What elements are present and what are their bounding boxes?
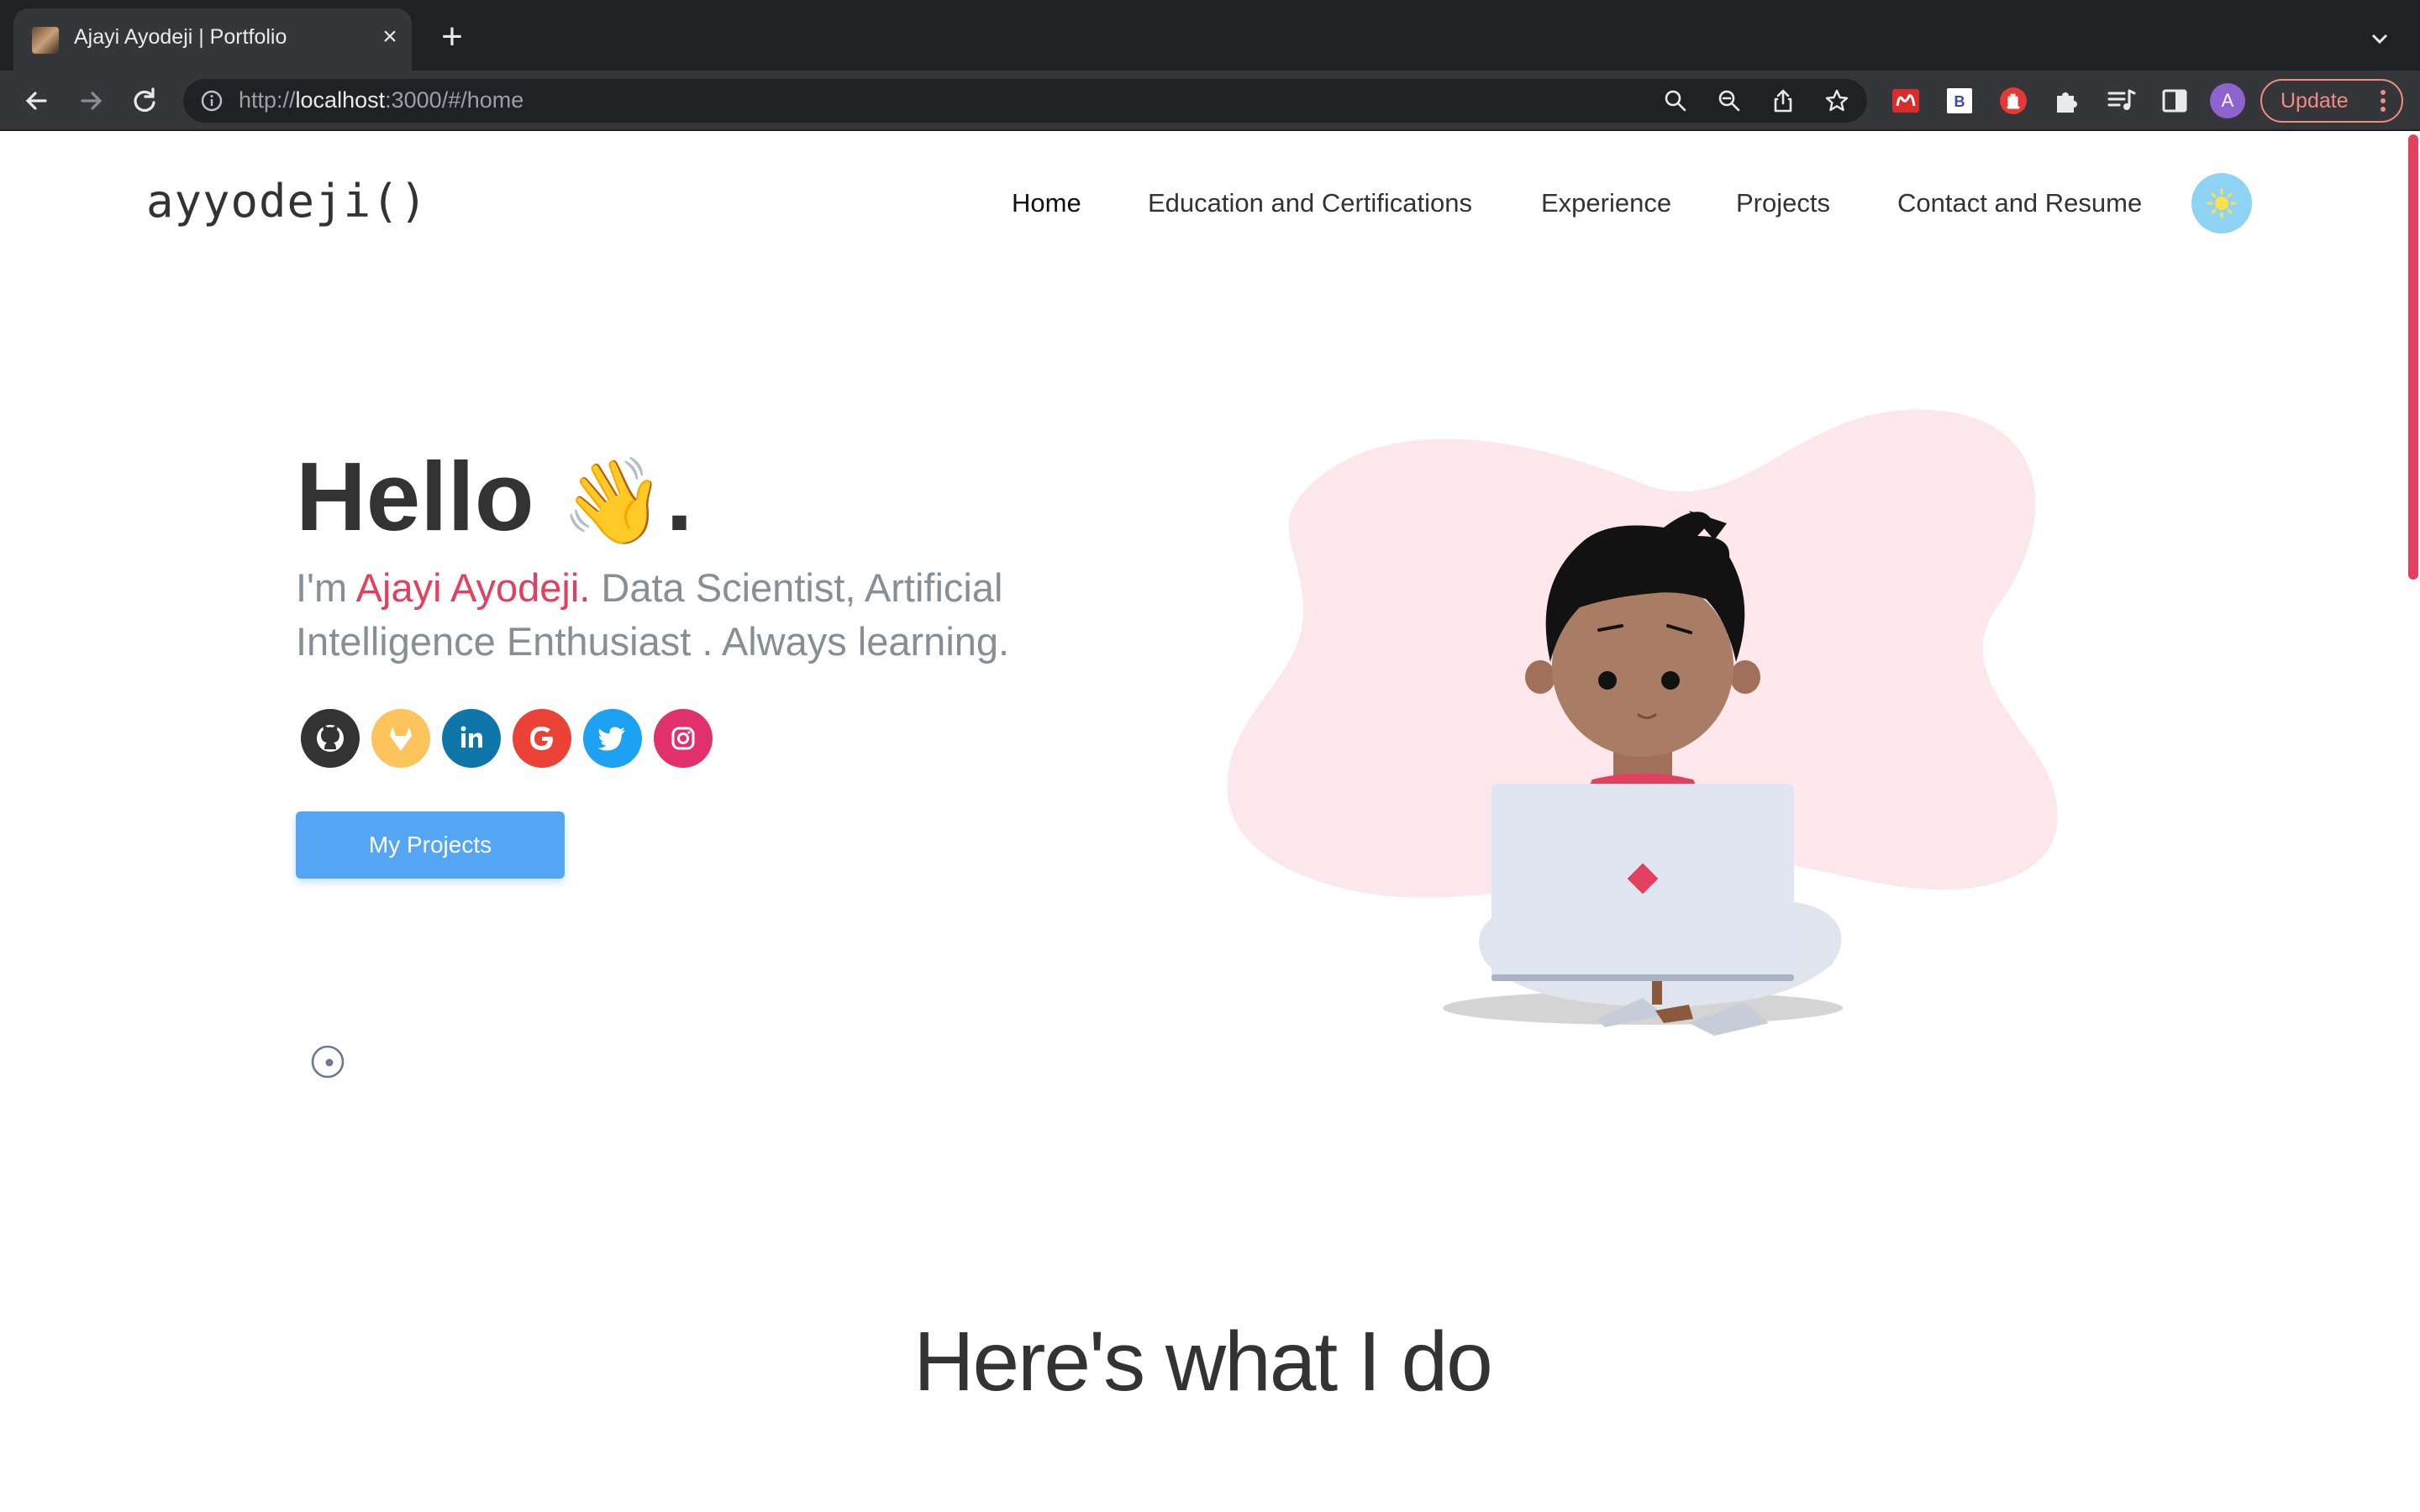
linkedin-icon <box>460 726 482 748</box>
section-heading: Here's what I do <box>913 1315 1492 1409</box>
nav-projects[interactable]: Projects <box>1736 188 1830 218</box>
page-scrollbar[interactable] <box>2405 133 2420 1512</box>
gitlab-icon <box>390 727 412 751</box>
url-host: localhost <box>295 87 386 113</box>
gitlab-link[interactable] <box>371 709 430 768</box>
hero-greeting: Hello 👋. <box>296 440 693 553</box>
twitter-icon <box>597 727 625 751</box>
sun-icon <box>2207 188 2237 218</box>
side-panel-icon[interactable] <box>2160 86 2190 116</box>
instagram-icon <box>671 727 695 750</box>
url-path: :3000/#/home <box>385 87 524 113</box>
google-link[interactable] <box>513 709 571 768</box>
extensions-puzzle-icon[interactable] <box>2052 86 2082 116</box>
nav-experience[interactable]: Experience <box>1541 188 1671 218</box>
intro-name: Ajayi Ayodeji. <box>355 565 591 610</box>
theme-toggle-button[interactable] <box>2191 173 2252 234</box>
nav-home[interactable]: Home <box>1012 188 1081 218</box>
share-icon[interactable] <box>1770 87 1797 114</box>
linkedin-link[interactable] <box>442 709 501 768</box>
extension-mendeley-icon[interactable] <box>1891 86 1921 116</box>
url-scheme: http:// <box>239 87 296 113</box>
tab-search-chevron-icon[interactable] <box>2366 25 2393 52</box>
google-icon <box>530 727 553 750</box>
my-projects-button[interactable]: My Projects <box>296 811 565 879</box>
scroll-down-indicator-icon[interactable] <box>311 1045 345 1079</box>
github-icon <box>317 725 344 752</box>
twitter-link[interactable] <box>583 709 642 768</box>
browser-tab-strip: Ajayi Ayodeji | Portfolio × + <box>0 0 2420 72</box>
back-icon[interactable] <box>18 82 55 119</box>
bookmark-star-icon[interactable] <box>1823 87 1850 114</box>
hero-intro: I'm Ajayi Ayodeji. Data Scientist, Artif… <box>296 561 1102 669</box>
nav-education[interactable]: Education and Certifications <box>1148 188 1472 218</box>
forward-icon[interactable] <box>72 82 109 119</box>
svg-text:B: B <box>1954 93 1965 110</box>
nav-contact-resume[interactable]: Contact and Resume <box>1897 188 2142 218</box>
site-logo[interactable]: ayyodeji() <box>146 175 428 228</box>
developer-illustration <box>1227 409 2058 1036</box>
page-viewport: ayyodeji() Home Education and Certificat… <box>0 133 2420 1512</box>
browser-tab[interactable]: Ajayi Ayodeji | Portfolio × <box>13 8 412 72</box>
close-tab-icon[interactable]: × <box>373 20 407 54</box>
reading-list-icon[interactable] <box>2106 86 2136 116</box>
greeting-text: Hello <box>296 442 534 551</box>
instagram-link[interactable] <box>654 709 713 768</box>
scrollbar-thumb[interactable] <box>2408 134 2418 580</box>
github-link[interactable] <box>301 709 360 768</box>
greeting-period: . <box>666 442 693 551</box>
more-menu-icon[interactable] <box>2378 84 2388 118</box>
extension-stop-hand-icon[interactable] <box>1998 86 2028 116</box>
waving-hand-emoji: 👋 <box>560 454 666 549</box>
zoom-out-icon[interactable] <box>1716 87 1743 114</box>
new-tab-icon[interactable]: + <box>434 18 471 57</box>
extension-b-icon[interactable]: B <box>1944 86 1975 116</box>
reload-icon[interactable] <box>126 82 163 119</box>
site-info-icon[interactable] <box>200 89 224 113</box>
intro-prefix: I'm <box>296 565 356 610</box>
favicon-icon <box>32 27 59 54</box>
search-icon[interactable] <box>1662 87 1689 114</box>
tab-title: Ajayi Ayodeji | Portfolio <box>74 25 287 49</box>
profile-avatar[interactable]: A <box>2210 83 2245 118</box>
url-text[interactable]: http://localhost:3000/#/home <box>239 87 523 113</box>
